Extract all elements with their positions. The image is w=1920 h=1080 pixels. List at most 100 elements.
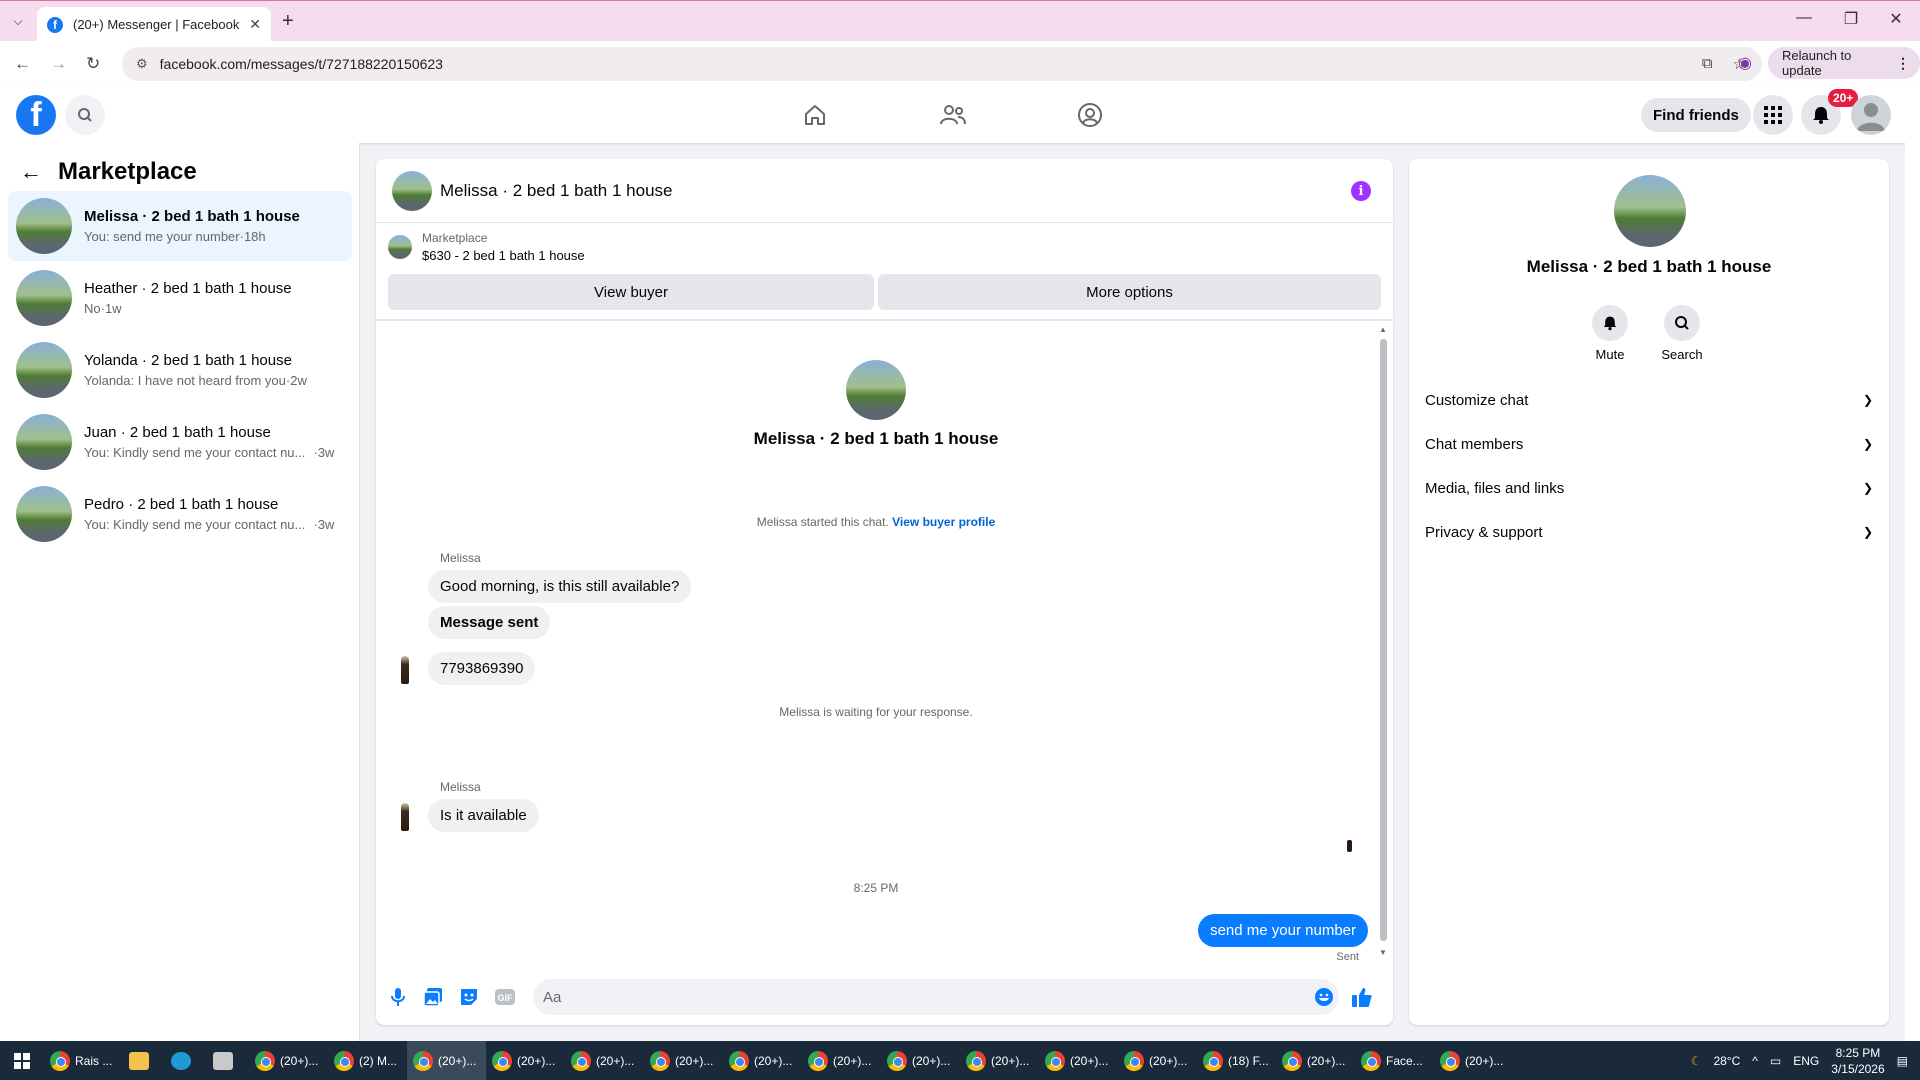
conversation-item[interactable]: Pedro · 2 bed 1 bath 1 house You: Kindly… xyxy=(8,479,352,549)
back-button[interactable]: ← xyxy=(14,54,31,74)
windows-logo-icon xyxy=(14,1052,30,1069)
relaunch-button[interactable]: Relaunch to update ⋮ xyxy=(1768,47,1920,79)
chat-members-item[interactable]: Chat members ❯ xyxy=(1425,422,1873,466)
minimize-button[interactable]: — xyxy=(1784,9,1824,27)
attach-photo-button[interactable] xyxy=(421,985,445,1009)
sender-avatar[interactable] xyxy=(398,803,412,831)
taskbar-edge-button[interactable] xyxy=(165,1041,207,1080)
microphone-icon xyxy=(391,988,405,1006)
url-omnibox[interactable]: ⚙ facebook.com/messages/t/72718822015062… xyxy=(122,47,1762,81)
lang-indicator[interactable]: ENG xyxy=(1793,1054,1819,1068)
taskbar-item[interactable]: Rais ... xyxy=(44,1041,123,1080)
network-icon[interactable]: ▭ xyxy=(1770,1054,1781,1068)
privacy-support-item[interactable]: Privacy & support ❯ xyxy=(1425,510,1873,554)
taskbar-item[interactable]: (20+)... xyxy=(881,1041,960,1080)
back-arrow-icon[interactable]: ← xyxy=(20,159,42,185)
taskbar-item[interactable]: (20+)... xyxy=(407,1041,486,1080)
tray-chevron-icon[interactable]: ^ xyxy=(1752,1054,1758,1068)
find-friends-button[interactable]: Find friends xyxy=(1641,98,1751,132)
chrome-icon xyxy=(1282,1050,1302,1071)
taskbar-item[interactable]: Face... xyxy=(1355,1041,1434,1080)
taskbar-item[interactable]: (20+)... xyxy=(1039,1041,1118,1080)
clock[interactable]: 8:25 PM 3/15/2026 xyxy=(1831,1045,1884,1077)
details-avatar[interactable] xyxy=(1614,175,1686,247)
bell-icon xyxy=(1603,316,1617,331)
taskbar-item[interactable]: (20+)... xyxy=(644,1041,723,1080)
taskbar-item[interactable]: (20+)... xyxy=(1434,1041,1513,1080)
search-action[interactable]: Search xyxy=(1652,305,1712,362)
weather-temp[interactable]: 28°C xyxy=(1713,1054,1740,1068)
taskbar-item[interactable]: (18) F... xyxy=(1197,1041,1276,1080)
reload-button[interactable]: ↻ xyxy=(86,54,100,74)
taskbar-item[interactable]: (20+)... xyxy=(802,1041,881,1080)
friends-nav-button[interactable] xyxy=(937,99,969,131)
listing-thumbnail xyxy=(388,235,412,259)
my-message-bubble[interactable]: send me your number xyxy=(1198,914,1368,947)
forward-button[interactable]: → xyxy=(50,54,67,74)
install-app-icon[interactable]: ⧉ xyxy=(1702,55,1713,73)
taskbar-item[interactable]: (2) M... xyxy=(328,1041,407,1080)
search-button[interactable] xyxy=(65,95,105,135)
conversation-item[interactable]: Heather · 2 bed 1 bath 1 house No·1w xyxy=(8,263,352,333)
info-icon[interactable]: i xyxy=(1351,181,1371,201)
sender-avatar[interactable] xyxy=(398,656,412,684)
message-bubble[interactable]: Message sent xyxy=(428,606,551,639)
message-timestamp: 8:25 PM xyxy=(853,881,899,895)
close-tab-icon[interactable]: ✕ xyxy=(249,16,261,33)
scroll-down-icon[interactable]: ▼ xyxy=(1379,948,1387,957)
scroll-thumb[interactable] xyxy=(1380,339,1387,941)
restore-button[interactable]: ❐ xyxy=(1831,9,1871,29)
page-scrollbar[interactable] xyxy=(1905,87,1920,1041)
taskbar-item[interactable]: (20+)... xyxy=(565,1041,644,1080)
gif-button[interactable]: GIF xyxy=(493,985,517,1009)
browser-profile-icon[interactable]: ◉ xyxy=(1738,53,1752,73)
view-buyer-profile-link[interactable]: View buyer profile xyxy=(892,515,995,529)
taskbar-item[interactable]: (20+)... xyxy=(249,1041,328,1080)
taskbar-item[interactable]: (20+)... xyxy=(1276,1041,1355,1080)
taskbar-item[interactable]: (20+)... xyxy=(723,1041,802,1080)
sticker-button[interactable] xyxy=(457,985,481,1009)
conversation-item[interactable]: Melissa · 2 bed 1 bath 1 house You: send… xyxy=(8,191,352,261)
message-bubble[interactable]: Is it available xyxy=(428,799,539,832)
listing-row[interactable]: Marketplace $630 - 2 bed 1 bath 1 house xyxy=(388,231,585,263)
account-avatar[interactable] xyxy=(1851,95,1891,135)
emoji-button[interactable] xyxy=(1312,985,1336,1009)
like-button[interactable] xyxy=(1350,985,1374,1009)
site-info-icon[interactable]: ⚙ xyxy=(136,56,148,72)
media-files-links-item[interactable]: Media, files and links ❯ xyxy=(1425,466,1873,510)
start-button[interactable] xyxy=(0,1052,44,1069)
chat-scrollbar[interactable]: ▲ ▼ xyxy=(1378,325,1388,957)
conversation-item[interactable]: Yolanda · 2 bed 1 bath 1 house Yolanda: … xyxy=(8,335,352,405)
conversation-item[interactable]: Juan · 2 bed 1 bath 1 house You: Kindly … xyxy=(8,407,352,477)
chat-title[interactable]: Melissa · 2 bed 1 bath 1 house xyxy=(440,181,672,201)
scroll-up-icon[interactable]: ▲ xyxy=(1379,325,1387,334)
taskbar-item[interactable]: (20+)... xyxy=(960,1041,1039,1080)
taskbar-item[interactable]: (20+)... xyxy=(486,1041,565,1080)
new-tab-button[interactable]: + xyxy=(282,10,294,33)
facebook-logo-icon[interactable]: f xyxy=(16,95,56,135)
taskbar-item[interactable]: (20+)... xyxy=(1118,1041,1197,1080)
view-buyer-button[interactable]: View buyer xyxy=(388,274,874,310)
browser-menu-icon[interactable]: ⋮ xyxy=(1896,55,1910,72)
home-nav-button[interactable] xyxy=(799,99,831,131)
message-bubble[interactable]: Good morning, is this still available? xyxy=(428,570,692,603)
groups-nav-button[interactable] xyxy=(1074,99,1106,131)
menu-grid-button[interactable] xyxy=(1753,95,1793,135)
tab-list-button[interactable]: ⌵ xyxy=(0,1,36,42)
more-options-button[interactable]: More options xyxy=(878,274,1381,310)
taskbar-folder-button[interactable] xyxy=(123,1041,165,1080)
customize-chat-item[interactable]: Customize chat ❯ xyxy=(1425,378,1873,422)
close-window-button[interactable]: ✕ xyxy=(1876,9,1916,29)
notification-center-icon[interactable]: ▤ xyxy=(1897,1054,1908,1068)
chrome-icon xyxy=(571,1050,591,1071)
mute-action[interactable]: Mute xyxy=(1580,305,1640,362)
voice-clip-button[interactable] xyxy=(386,985,410,1009)
house-thumbnail xyxy=(16,342,72,398)
browser-tab[interactable]: f (20+) Messenger | Facebook ✕ xyxy=(37,7,271,42)
message-bubble[interactable]: 7793869390 xyxy=(428,652,536,685)
edge-icon xyxy=(171,1051,191,1070)
message-input[interactable] xyxy=(533,979,1339,1015)
taskbar-app-button[interactable] xyxy=(207,1041,249,1080)
conversation-time: ·1w xyxy=(100,301,122,316)
chat-avatar[interactable] xyxy=(392,170,432,211)
